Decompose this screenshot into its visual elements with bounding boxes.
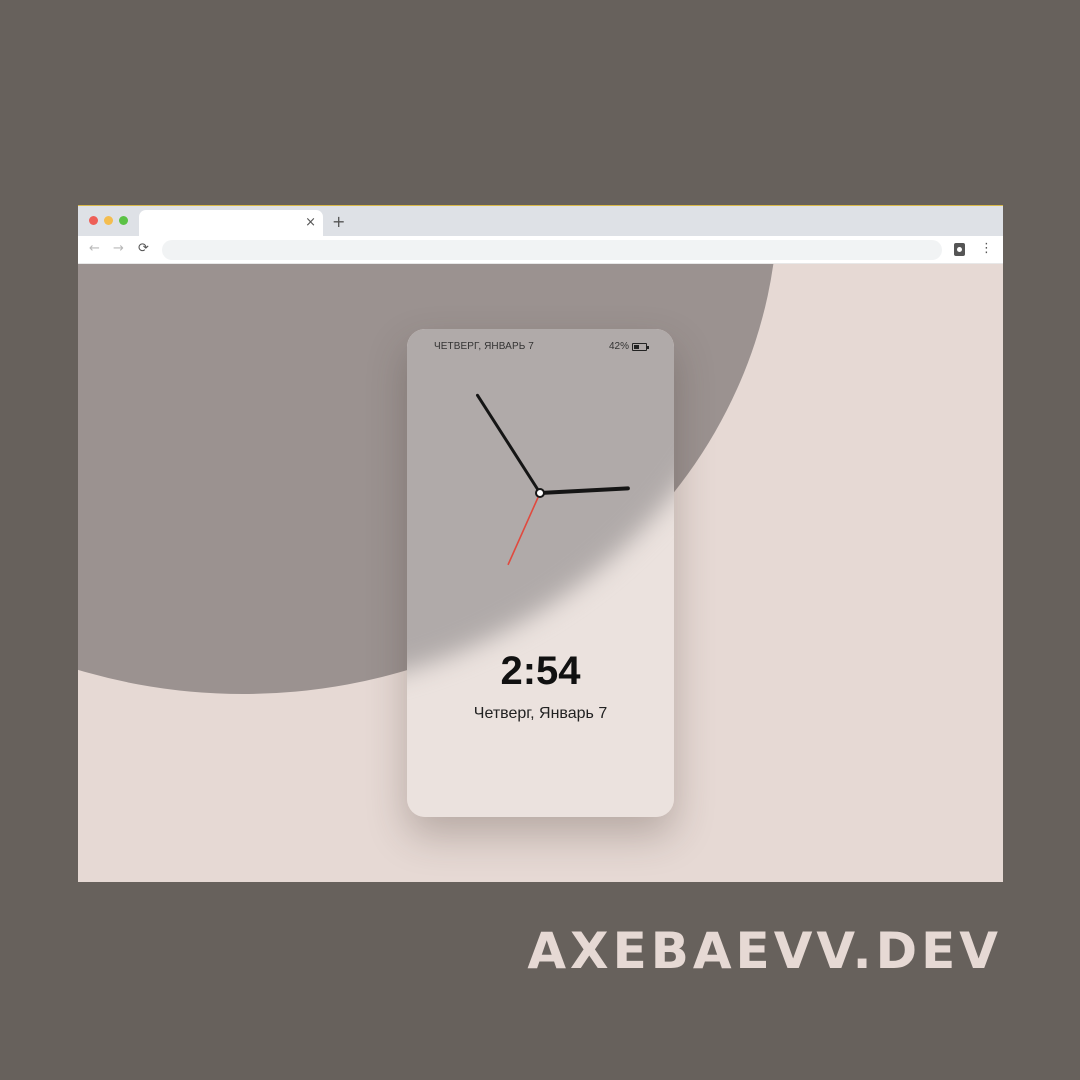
window-controls: [89, 216, 128, 225]
forward-icon[interactable]: →: [113, 241, 124, 256]
page-viewport: ЧЕТВЕРГ, ЯНВАРЬ 7 42% 2:54 Четверг, Янва…: [78, 264, 1003, 882]
menu-icon[interactable]: ⋮: [980, 241, 993, 256]
browser-toolbar: ← → ⟳ ⋮: [78, 236, 1003, 264]
phone-lockscreen: ЧЕТВЕРГ, ЯНВАРЬ 7 42% 2:54 Четверг, Янва…: [407, 329, 674, 817]
minute-hand: [476, 393, 542, 495]
address-bar[interactable]: [162, 240, 942, 260]
clipboard-icon[interactable]: [954, 243, 965, 256]
hour-hand: [538, 486, 630, 495]
brand-logo: AXEBAEVV.DEV: [527, 922, 1002, 980]
lock-time: 2:54: [500, 649, 581, 693]
back-icon[interactable]: ←: [89, 241, 100, 256]
lock-date: Четверг, Январь 7: [473, 705, 608, 722]
browser-window: × + ← → ⟳ ⋮ ЧЕТВЕРГ, ЯНВАРЬ 7 42% 2:54 Ч…: [78, 205, 1003, 882]
second-hand: [507, 492, 541, 566]
maximize-window-button[interactable]: [119, 216, 128, 225]
analog-clock: [476, 393, 630, 566]
tab-bar: × +: [78, 205, 1003, 237]
clock-center: [535, 488, 545, 498]
close-window-button[interactable]: [89, 216, 98, 225]
reload-icon[interactable]: ⟳: [138, 241, 149, 256]
tab-close-icon[interactable]: ×: [305, 215, 316, 230]
new-tab-button[interactable]: +: [332, 212, 345, 231]
minimize-window-button[interactable]: [104, 216, 113, 225]
browser-tab[interactable]: ×: [139, 210, 323, 237]
